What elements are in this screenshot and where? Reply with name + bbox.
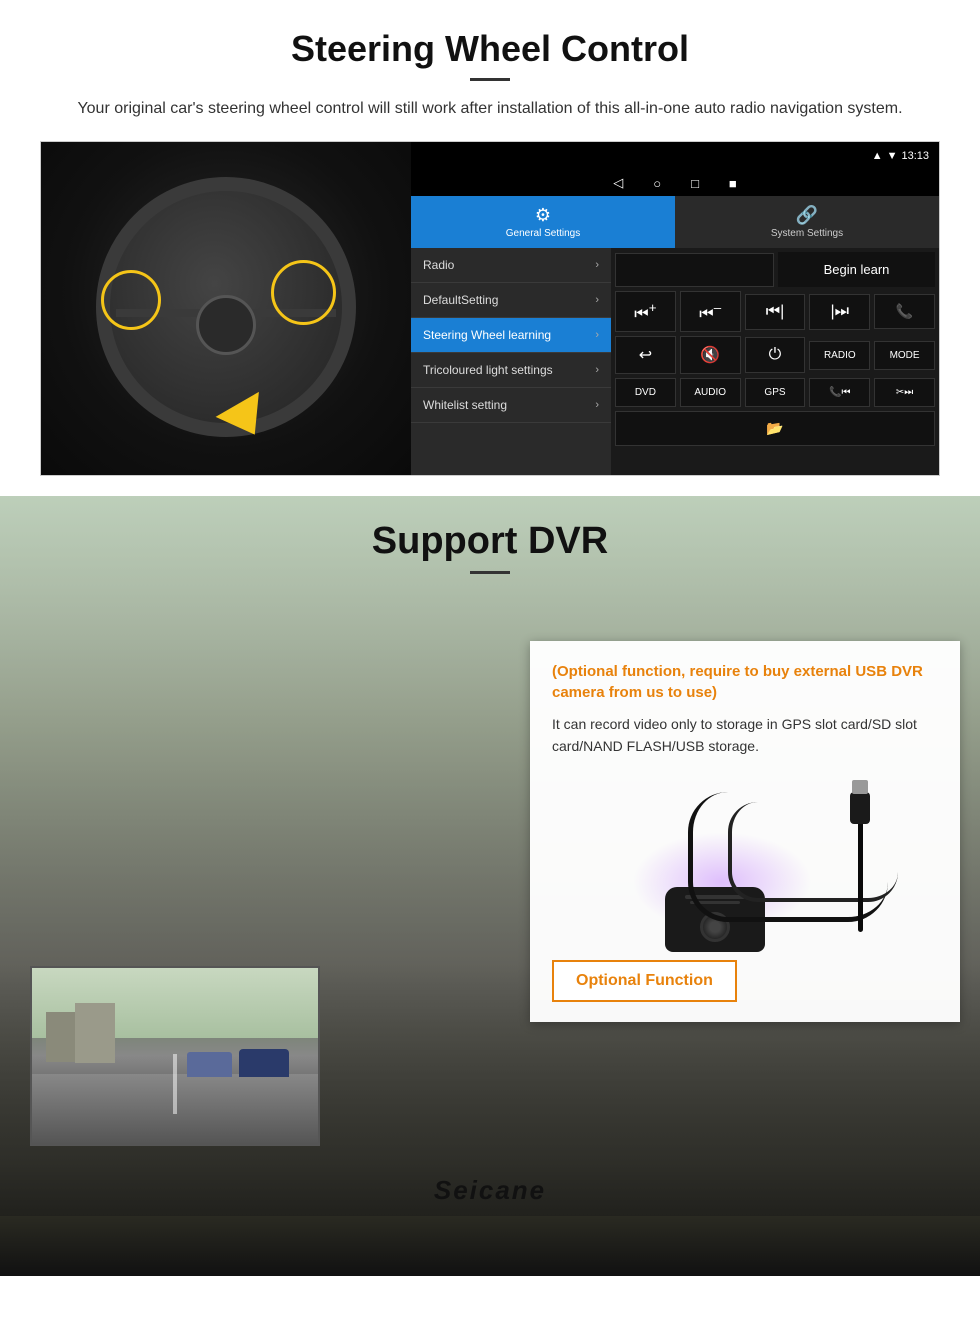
wheel-background [41, 142, 411, 476]
dvr-section: Support DVR (Optional function, require … [0, 496, 980, 1276]
back-nav-btn[interactable]: ◁ [613, 175, 623, 191]
steering-section: Steering Wheel Control Your original car… [0, 0, 980, 496]
cable-container [778, 792, 918, 952]
android-content-area: Radio › DefaultSetting › Steering Wheel … [411, 248, 939, 475]
wheel-right-button-highlight [271, 260, 336, 325]
ctrl-file[interactable]: 📂 [615, 411, 935, 446]
steering-wheel-image [41, 142, 411, 476]
tab-system-label: System Settings [771, 228, 843, 239]
dvr-title-divider [470, 571, 510, 574]
ctrl-back[interactable]: ↩ [615, 336, 676, 374]
ctrl-row-2: ↩ 🔇 ⏻ RADIO MODE [615, 336, 935, 374]
menu-item-tricoloured[interactable]: Tricoloured light settings › [411, 353, 611, 388]
ctrl-row-3: DVD AUDIO GPS 📞⏮ ✂⏭ [615, 378, 935, 407]
status-icons: ▲ ▼ 13:13 [872, 150, 929, 162]
android-nav-bar[interactable]: ◁ ○ □ ■ [411, 170, 939, 196]
wheel-left-button-highlight [101, 270, 161, 330]
usb-connector-body [850, 792, 870, 824]
optional-function-button[interactable]: Optional Function [552, 960, 737, 1002]
section-bottom-fade [0, 1216, 980, 1276]
brand-logo: Seicane [434, 1175, 546, 1206]
ctrl-audio[interactable]: AUDIO [680, 378, 741, 407]
ctrl-cut-next[interactable]: ✂⏭ [874, 378, 935, 407]
menu-whitelist-label: Whitelist setting [423, 398, 507, 412]
ctrl-row-1: ⏮+ ⏮– ⏮| |⏭ 📞 [615, 291, 935, 332]
chevron-right-icon2: › [595, 294, 599, 306]
cable-coil-2 [728, 802, 898, 902]
home-nav-btn[interactable]: ○ [653, 176, 661, 191]
android-ui-panel: ▲ ▼ 13:13 ◁ ○ □ ■ ⚙ General Settings � [411, 142, 939, 475]
dvr-section-title: Support DVR [0, 520, 980, 563]
settings-menu: Radio › DefaultSetting › Steering Wheel … [411, 248, 611, 475]
ctrl-vol-down[interactable]: ⏮– [680, 291, 741, 332]
ctrl-power[interactable]: ⏻ [745, 337, 806, 373]
ctrl-prev-track[interactable]: ⏮| [745, 294, 806, 330]
ss-road [32, 1074, 318, 1144]
dvr-screenshot-inner [32, 968, 318, 1144]
chevron-right-icon: › [595, 259, 599, 271]
chevron-right-icon5: › [595, 399, 599, 411]
usb-plug-tip [852, 780, 868, 794]
dvr-description: It can record video only to storage in G… [552, 713, 938, 758]
ss-car1 [239, 1049, 289, 1077]
ctrl-dvd[interactable]: DVD [615, 378, 676, 407]
dvr-info-card: (Optional function, require to buy exter… [530, 641, 960, 1022]
menu-steering-label: Steering Wheel learning [423, 328, 551, 342]
ss-car2 [187, 1052, 232, 1077]
tab-general-settings[interactable]: ⚙ General Settings [411, 196, 675, 248]
wheel-center-hub [196, 295, 256, 355]
chevron-right-icon3: › [595, 329, 599, 341]
ctrl-phone[interactable]: 📞 [874, 294, 935, 329]
android-status-bar: ▲ ▼ 13:13 [411, 142, 939, 170]
menu-item-whitelist[interactable]: Whitelist setting › [411, 388, 611, 423]
usb-cable-assembly [778, 792, 918, 952]
system-icon: 🔗 [796, 205, 818, 226]
ctrl-mute[interactable]: 🔇 [680, 336, 741, 374]
steering-screenshot: ▲ ▼ 13:13 ◁ ○ □ ■ ⚙ General Settings � [40, 141, 940, 476]
menu-radio-label: Radio [423, 258, 454, 272]
ss-building1 [46, 1012, 76, 1062]
recent-nav-btn[interactable]: □ [691, 176, 699, 191]
dvr-small-screenshot [30, 966, 320, 1146]
android-top-tabs: ⚙ General Settings 🔗 System Settings [411, 196, 939, 248]
ss-road-line [173, 1054, 177, 1114]
gear-icon: ⚙ [535, 205, 551, 226]
status-time: 13:13 [901, 150, 929, 162]
dvr-optional-notice: (Optional function, require to buy exter… [552, 661, 938, 703]
ss-building2 [75, 1003, 115, 1063]
dvr-title-area: Support DVR [0, 496, 980, 588]
tab-system-settings[interactable]: 🔗 System Settings [675, 196, 939, 248]
chevron-right-icon4: › [595, 364, 599, 376]
wifi-icon: ▼ [887, 150, 898, 162]
dvr-camera-illustration [552, 772, 938, 952]
steering-description: Your original car's steering wheel contr… [60, 97, 920, 121]
menu-item-default[interactable]: DefaultSetting › [411, 283, 611, 318]
begin-learn-row: Begin learn [615, 252, 935, 287]
ctrl-mode[interactable]: MODE [874, 341, 935, 370]
tab-general-label: General Settings [506, 228, 581, 239]
ctrl-vol-up[interactable]: ⏮+ [615, 291, 676, 332]
menu-nav-btn[interactable]: ■ [729, 176, 737, 191]
ctrl-row-4: 📂 [615, 411, 935, 446]
title-divider [470, 78, 510, 81]
ctrl-phone-prev[interactable]: 📞⏮ [809, 378, 870, 407]
menu-tri-label: Tricoloured light settings [423, 363, 553, 377]
menu-item-radio[interactable]: Radio › [411, 248, 611, 283]
menu-default-label: DefaultSetting [423, 293, 498, 307]
empty-cell [615, 253, 774, 287]
control-button-grid: Begin learn ⏮+ ⏮– ⏮| |⏭ 📞 ↩ 🔇 ⏻ [611, 248, 939, 475]
page-title: Steering Wheel Control [40, 28, 940, 70]
signal-icon: ▲ [872, 150, 883, 162]
begin-learn-button[interactable]: Begin learn [778, 252, 935, 287]
ctrl-radio[interactable]: RADIO [809, 341, 870, 370]
ctrl-next-track[interactable]: |⏭ [809, 294, 870, 330]
ctrl-gps[interactable]: GPS [745, 378, 806, 407]
menu-item-steering[interactable]: Steering Wheel learning › [411, 318, 611, 353]
